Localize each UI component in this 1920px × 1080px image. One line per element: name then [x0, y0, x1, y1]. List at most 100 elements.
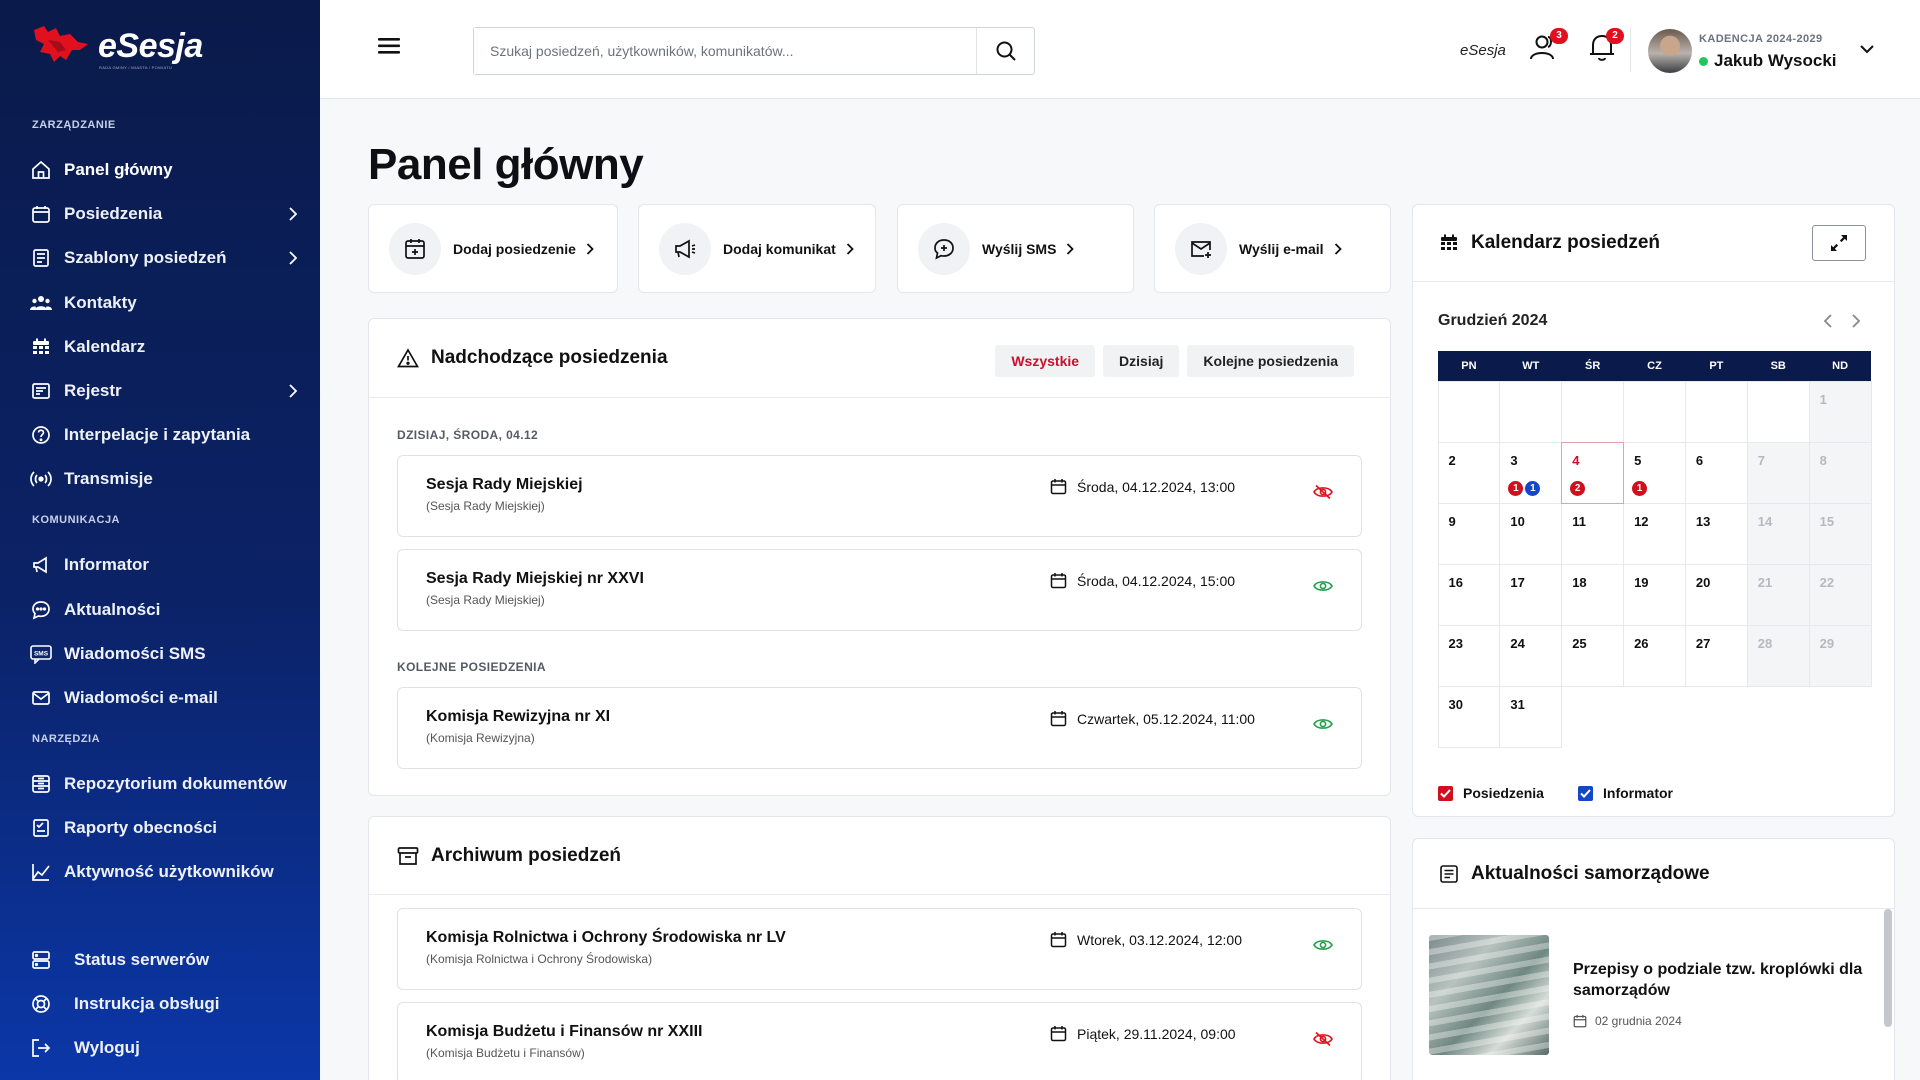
- prev-month-button[interactable]: [1823, 313, 1833, 329]
- calendar-day[interactable]: 18: [1561, 563, 1625, 626]
- card-title: Kalendarz posiedzeń: [1471, 232, 1660, 253]
- calendar-day[interactable]: 1: [1808, 380, 1872, 443]
- add-announcement-button[interactable]: Dodaj komunikat: [638, 204, 876, 293]
- calendar-day[interactable]: 311: [1499, 441, 1563, 504]
- calendar-day[interactable]: 24: [1499, 624, 1563, 687]
- sidebar-item-templates[interactable]: Szablony posiedzeń: [30, 240, 298, 276]
- filter-all[interactable]: Wszystkie: [995, 345, 1096, 377]
- calendar-day[interactable]: 21: [1746, 563, 1810, 626]
- visibility-toggle[interactable]: [1313, 578, 1333, 594]
- visibility-toggle[interactable]: [1313, 716, 1333, 732]
- sidebar-item-logout[interactable]: Wyloguj: [30, 1030, 298, 1066]
- calendar-day[interactable]: 25: [1561, 624, 1625, 687]
- sidebar-item-panel[interactable]: Panel główny: [30, 152, 298, 188]
- meeting-item[interactable]: Komisja Rolnictwa i Ochrony Środowiska n…: [397, 908, 1362, 990]
- sidebar-item-manual[interactable]: Instrukcja obsługi: [30, 986, 298, 1022]
- avatar[interactable]: [1648, 29, 1692, 73]
- sidebar-item-label: Instrukcja obsługi: [74, 994, 220, 1013]
- sidebar-item-server-status[interactable]: Status serwerów: [30, 942, 298, 978]
- calendar-grid: PN WT ŚR CZ PT SB ND 1 2 3 1 1 4 2 5 1 6 7 8 9 10 11 12…: [1437, 351, 1872, 748]
- calendar-day-number: 10: [1510, 513, 1525, 529]
- quick-action-label: Dodaj komunikat: [723, 240, 836, 257]
- repository-icon: [30, 773, 52, 795]
- calendar-day[interactable]: 16: [1437, 563, 1501, 626]
- expand-calendar-button[interactable]: [1812, 225, 1866, 261]
- news-scrollbar[interactable]: [1884, 909, 1892, 1027]
- calendar-day[interactable]: 17: [1499, 563, 1563, 626]
- calendar-day[interactable]: 26: [1623, 624, 1686, 687]
- visibility-toggle[interactable]: [1313, 937, 1333, 953]
- sidebar-item-activity[interactable]: Aktywność użytkowników: [30, 854, 298, 890]
- sidebar-item-meetings[interactable]: Posiedzenia: [30, 196, 298, 232]
- visibility-toggle[interactable]: [1313, 484, 1333, 500]
- calendar-day[interactable]: 12: [1623, 502, 1686, 565]
- calendar-day[interactable]: 8: [1808, 441, 1872, 504]
- meeting-item[interactable]: Sesja Rady Miejskiej nr XXVI (Sesja Rady…: [397, 549, 1362, 631]
- sidebar-item-repository[interactable]: Repozytorium dokumentów: [30, 766, 298, 802]
- user-menu-button[interactable]: [1860, 44, 1874, 54]
- meeting-date: Środa, 04.12.2024, 13:00: [1050, 478, 1235, 495]
- calendar-day[interactable]: 20: [1684, 563, 1748, 626]
- add-meeting-button[interactable]: Dodaj posiedzenie: [368, 204, 618, 293]
- calendar-day[interactable]: 19: [1623, 563, 1686, 626]
- calendar-day[interactable]: 6: [1684, 441, 1748, 504]
- calendar-day[interactable]: 30: [1437, 685, 1501, 748]
- sidebar-item-calendar[interactable]: Kalendarz: [30, 329, 298, 365]
- calendar-day[interactable]: 27: [1684, 624, 1748, 687]
- news-item-title[interactable]: Przepisy o podziale tzw. kroplówki dla s…: [1573, 959, 1873, 1001]
- calendar-day[interactable]: 14: [1746, 502, 1810, 565]
- calendar-day[interactable]: 51: [1623, 441, 1686, 504]
- notifications-button[interactable]: 2: [1588, 28, 1624, 62]
- sidebar-item-register[interactable]: Rejestr: [30, 373, 298, 409]
- meeting-item[interactable]: Sesja Rady Miejskiej (Sesja Rady Miejski…: [397, 455, 1362, 537]
- calendar-day-number: 3: [1510, 452, 1518, 468]
- legend-informator[interactable]: Informator: [1578, 785, 1673, 801]
- sidebar-item-contacts[interactable]: Kontakty: [30, 285, 298, 321]
- section-label-communication: KOMUNIKACJA: [32, 514, 120, 526]
- sidebar-item-email[interactable]: Wiadomości e-mail: [30, 680, 298, 716]
- calendar-day[interactable]: 28: [1746, 624, 1810, 687]
- calendar-day-number: 27: [1695, 635, 1711, 651]
- next-month-button[interactable]: [1851, 313, 1861, 329]
- send-email-button[interactable]: Wyślij e-mail: [1154, 204, 1391, 293]
- calendar-day[interactable]: 10: [1499, 502, 1563, 565]
- weekday-label: SB: [1770, 360, 1786, 372]
- calendar-day[interactable]: 11: [1561, 502, 1625, 565]
- app-logo[interactable]: eSesja RADA GMINY / MIASTA / POWIATU: [30, 22, 203, 70]
- sidebar-item-news[interactable]: Aktualności: [30, 592, 298, 628]
- sidebar-item-interpellations[interactable]: Interpelacje i zapytania: [30, 417, 298, 453]
- calendar-day[interactable]: 22: [1808, 563, 1872, 626]
- send-sms-button[interactable]: Wyślij SMS: [897, 204, 1134, 293]
- filter-next[interactable]: Kolejne posiedzenia: [1187, 345, 1354, 377]
- chevron-down-icon: [1860, 45, 1874, 54]
- sidebar-item-broadcasts[interactable]: Transmisje: [30, 461, 298, 497]
- visibility-toggle[interactable]: [1313, 1031, 1333, 1047]
- sidebar-item-attendance[interactable]: Raporty obecności: [30, 810, 298, 846]
- calendar-day[interactable]: 29: [1808, 624, 1872, 687]
- search-button[interactable]: [976, 28, 1034, 74]
- calendar-day[interactable]: 42: [1561, 441, 1625, 504]
- search-input[interactable]: [474, 28, 976, 74]
- menu-toggle-button[interactable]: [378, 37, 400, 55]
- news-image[interactable]: [1429, 935, 1549, 1055]
- meeting-item[interactable]: Komisja Rewizyjna nr XI (Komisja Rewizyj…: [397, 687, 1362, 769]
- calendar-day[interactable]: 23: [1437, 624, 1501, 687]
- meeting-item[interactable]: Komisja Budżetu i Finansów nr XXIII (Kom…: [397, 1002, 1362, 1080]
- news-icon: [1440, 864, 1458, 883]
- filter-today[interactable]: Dzisiaj: [1103, 345, 1180, 377]
- calendar-day[interactable]: 15: [1808, 502, 1872, 565]
- weekday-label: PT: [1709, 360, 1724, 372]
- users-button[interactable]: 3: [1528, 28, 1568, 62]
- calendar-day[interactable]: 13: [1684, 502, 1748, 565]
- calendar-day[interactable]: 31: [1499, 685, 1563, 748]
- broadcast-icon: [30, 468, 52, 490]
- legend-meetings[interactable]: Posiedzenia: [1438, 785, 1544, 801]
- user-name[interactable]: Jakub Wysocki: [1699, 51, 1837, 71]
- meeting-date-text: Środa, 04.12.2024, 13:00: [1077, 478, 1236, 495]
- calendar-day[interactable]: 2: [1437, 441, 1501, 504]
- sidebar-item-sms[interactable]: SMS Wiadomości SMS: [30, 636, 298, 672]
- calendar-day[interactable]: 9: [1437, 502, 1501, 565]
- calendar-day[interactable]: 7: [1746, 441, 1810, 504]
- sidebar-item-informator[interactable]: Informator: [30, 547, 298, 583]
- calendar-grid-icon: [30, 336, 52, 358]
